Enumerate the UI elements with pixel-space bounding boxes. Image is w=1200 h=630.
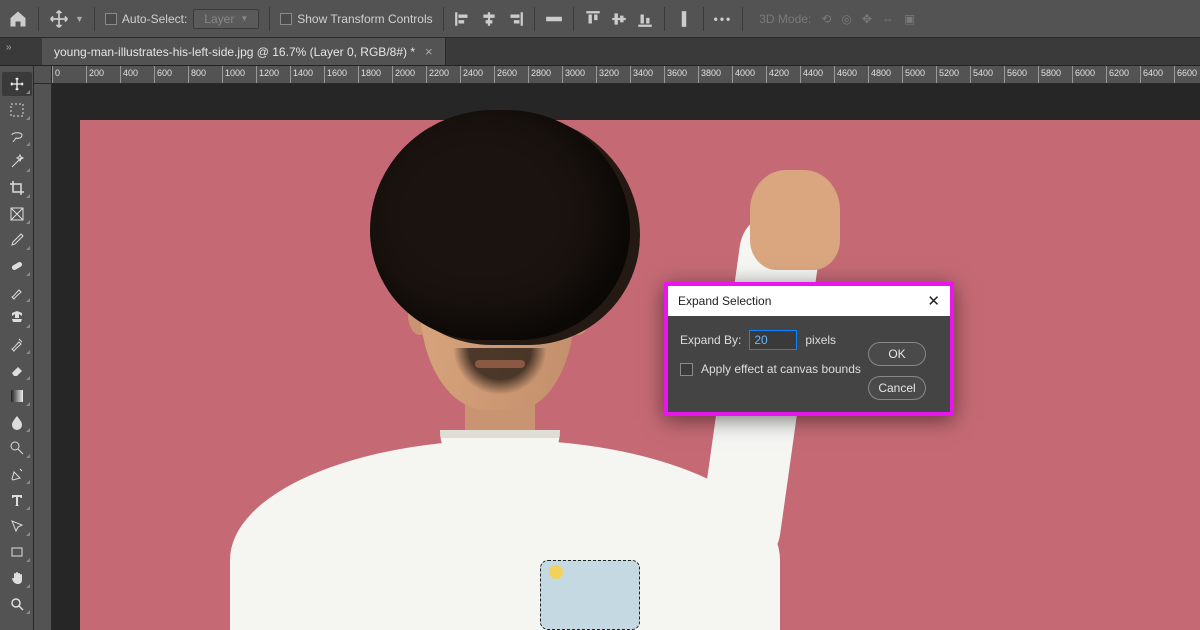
home-icon[interactable]	[8, 9, 28, 29]
eyedropper-tool[interactable]	[2, 228, 32, 252]
close-tab-icon[interactable]: ×	[425, 44, 433, 59]
divider	[443, 7, 444, 31]
align-right-icon[interactable]	[506, 10, 524, 28]
rectangle-tool[interactable]	[2, 540, 32, 564]
healing-brush-tool[interactable]	[2, 254, 32, 278]
align-top-icon[interactable]	[584, 10, 602, 28]
dialog-title: Expand Selection	[678, 294, 771, 308]
type-tool[interactable]	[2, 488, 32, 512]
active-selection[interactable]	[540, 560, 640, 630]
blur-tool[interactable]	[2, 410, 32, 434]
close-icon[interactable]: ✕	[927, 292, 940, 310]
frame-tool[interactable]	[2, 202, 32, 226]
canvas-viewport[interactable]	[52, 84, 1200, 630]
expand-by-input[interactable]	[749, 330, 797, 350]
gradient-tool[interactable]	[2, 384, 32, 408]
align-left-icon[interactable]	[454, 10, 472, 28]
dialog-body: Expand By: pixels Apply effect at canvas…	[668, 316, 950, 412]
3d-camera-icon[interactable]: ▣	[904, 12, 915, 26]
pen-tool[interactable]	[2, 462, 32, 486]
history-brush-tool[interactable]	[2, 332, 32, 356]
document-tab[interactable]: young-man-illustrates-his-left-side.jpg …	[42, 38, 446, 65]
expand-by-label: Expand By:	[680, 333, 741, 347]
move-tool[interactable]	[2, 72, 32, 96]
show-transform-checkbox[interactable]: Show Transform Controls	[280, 12, 432, 26]
lasso-tool[interactable]	[2, 124, 32, 148]
expand-selection-dialog: Expand Selection ✕ Expand By: pixels App…	[664, 282, 954, 416]
ok-button[interactable]: OK	[868, 342, 926, 366]
auto-select-checkbox[interactable]: Auto-Select:	[105, 12, 187, 26]
marquee-tool[interactable]	[2, 98, 32, 122]
apply-bounds-label: Apply effect at canvas bounds	[701, 362, 861, 376]
divider	[38, 7, 39, 31]
distribute-h-icon[interactable]	[545, 10, 563, 28]
3d-rotate-icon[interactable]: ◎	[841, 12, 851, 26]
align-bottom-icon[interactable]	[636, 10, 654, 28]
divider	[703, 7, 704, 31]
auto-select-label: Auto-Select:	[122, 12, 187, 26]
dodge-tool[interactable]	[2, 436, 32, 460]
eraser-tool[interactable]	[2, 358, 32, 382]
cancel-button[interactable]: Cancel	[868, 376, 926, 400]
hand-tool[interactable]	[2, 566, 32, 590]
document-tab-title: young-man-illustrates-his-left-side.jpg …	[54, 45, 415, 59]
vertical-ruler[interactable]	[34, 84, 52, 630]
expand-panel-icon[interactable]: »	[6, 42, 12, 53]
document-canvas[interactable]	[80, 120, 1200, 630]
divider	[664, 7, 665, 31]
3d-mode-label: 3D Mode:	[759, 12, 811, 26]
image-content	[370, 110, 630, 340]
distribute-v-icon[interactable]	[675, 10, 693, 28]
dialog-titlebar[interactable]: Expand Selection ✕	[668, 286, 950, 316]
move-tool-icon[interactable]	[49, 9, 69, 29]
divider	[573, 7, 574, 31]
image-content	[450, 348, 550, 408]
workspace: 0200400600800100012001400160018002000220…	[34, 66, 1200, 630]
document-tab-bar: young-man-illustrates-his-left-side.jpg …	[0, 38, 1200, 66]
show-transform-label: Show Transform Controls	[297, 12, 432, 26]
unit-label: pixels	[805, 333, 836, 347]
chevron-down-icon[interactable]: ▼	[75, 14, 84, 24]
path-selection-tool[interactable]	[2, 514, 32, 538]
align-vertical-group	[584, 10, 654, 28]
3d-mode-group: 3D Mode: ⟲ ◎ ✥ ⇔ ▣	[759, 12, 915, 26]
magic-wand-tool[interactable]	[2, 150, 32, 174]
divider	[94, 7, 95, 31]
more-icon[interactable]: •••	[714, 12, 733, 26]
brush-tool[interactable]	[2, 280, 32, 304]
crop-tool[interactable]	[2, 176, 32, 200]
3d-pan-icon[interactable]: ✥	[862, 12, 872, 26]
toolbox	[0, 66, 34, 630]
zoom-tool[interactable]	[2, 592, 32, 616]
3d-orbit-icon[interactable]: ⟲	[821, 12, 831, 26]
ruler-origin[interactable]	[34, 66, 52, 84]
chevron-down-icon: ▼	[240, 14, 248, 23]
clone-stamp-tool[interactable]	[2, 306, 32, 330]
horizontal-ruler[interactable]: 0200400600800100012001400160018002000220…	[52, 66, 1200, 84]
options-bar: ▼ Auto-Select: Layer ▼ Show Transform Co…	[0, 0, 1200, 38]
layer-dropdown[interactable]: Layer ▼	[193, 9, 259, 29]
divider	[534, 7, 535, 31]
apply-bounds-checkbox[interactable]	[680, 363, 693, 376]
divider	[742, 7, 743, 31]
divider	[269, 7, 270, 31]
3d-slide-icon[interactable]: ⇔	[882, 12, 894, 26]
image-content	[750, 170, 840, 270]
align-center-h-icon[interactable]	[480, 10, 498, 28]
align-horizontal-group	[454, 10, 524, 28]
align-center-v-icon[interactable]	[610, 10, 628, 28]
image-content	[475, 360, 525, 368]
